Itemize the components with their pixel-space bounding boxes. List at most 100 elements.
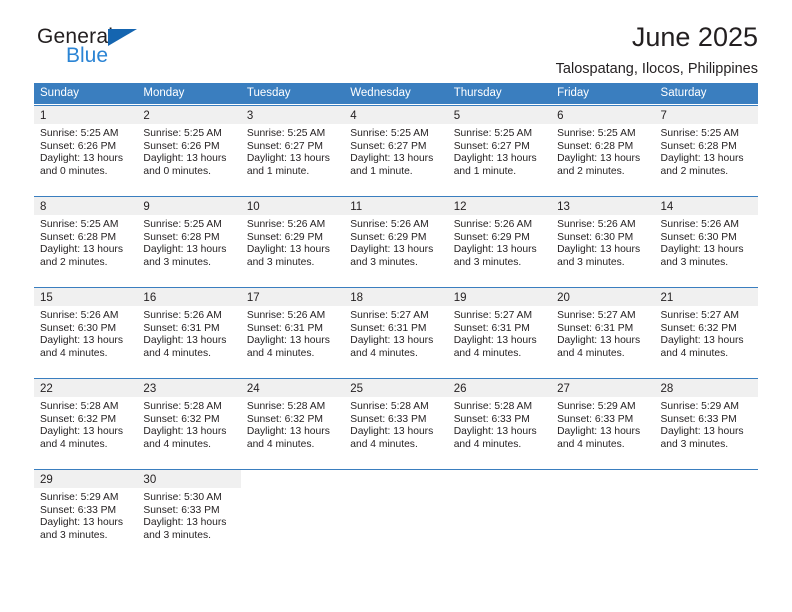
calendar-page: General Blue June 2025 Talospatang, Iloc… [0, 0, 792, 612]
daylight-text-line2: and 4 minutes. [660, 347, 729, 359]
day-cell[interactable]: 24 Sunrise: 5:28 AM Sunset: 6:32 PM Dayligh… [240, 379, 345, 468]
page-header: General Blue June 2025 Talospatang, Iloc… [34, 0, 758, 77]
day-info: Sunrise: 5:26 AM Sunset: 6:29 PM Daylight:… [350, 219, 441, 269]
daylight-text-line1: Daylight: 13 hours [246, 153, 330, 165]
day-number: 27 [557, 383, 570, 395]
day-cell[interactable]: 1 Sunrise: 5:25 AM Sunset: 6:26 PM Daylight… [34, 106, 138, 195]
daylight-text-line1: Daylight: 13 hours [246, 244, 330, 256]
brand-name-blue: Blue [66, 44, 109, 67]
day-cell[interactable]: 6 Sunrise: 5:25 AM Sunset: 6:28 PM Daylight… [551, 106, 655, 195]
daynum-band: 9 [137, 197, 241, 215]
daylight-text-line2: and 3 minutes. [453, 256, 522, 268]
daynum-band: 18 [344, 288, 448, 306]
day-cell[interactable]: 25 Sunrise: 5:28 AM Sunset: 6:33 PM Dayligh… [344, 379, 448, 468]
daynum-band: 21 [654, 288, 758, 306]
day-number: 11 [350, 201, 363, 213]
day-number: 22 [40, 383, 53, 395]
daynum-band: 14 [654, 197, 758, 215]
day-info: Sunrise: 5:27 AM Sunset: 6:31 PM Daylight:… [350, 310, 441, 360]
day-cell[interactable]: 3 Sunrise: 5:25 AM Sunset: 6:27 PM Daylight… [240, 106, 345, 195]
day-info: Sunrise: 5:25 AM Sunset: 6:26 PM Daylight:… [143, 128, 234, 178]
day-cell[interactable]: 10 Sunrise: 5:26 AM Sunset: 6:29 PM Dayligh… [240, 197, 345, 286]
sunrise-text: Sunrise: 5:29 AM [660, 401, 739, 412]
day-info: Sunrise: 5:26 AM Sunset: 6:29 PM Daylight:… [454, 219, 545, 269]
daynum-band: 10 [240, 197, 345, 215]
daylight-text-line1: Daylight: 13 hours [557, 244, 641, 256]
daylight-text-line2: and 4 minutes. [40, 347, 108, 359]
sunset-text: Sunset: 6:29 PM [246, 231, 323, 243]
day-info: Sunrise: 5:28 AM Sunset: 6:32 PM Daylight:… [143, 401, 234, 451]
day-number: 30 [143, 474, 157, 486]
day-cell[interactable]: 20 Sunrise: 5:27 AM Sunset: 6:31 PM Dayligh… [551, 288, 655, 377]
weekday-header-tuesday: Tuesday [246, 87, 291, 99]
sunrise-text: Sunrise: 5:26 AM [660, 219, 739, 230]
sunset-text: Sunset: 6:27 PM [246, 140, 323, 152]
day-cell[interactable]: 21 Sunrise: 5:27 AM Sunset: 6:32 PM Dayligh… [654, 288, 758, 377]
sunset-text: Sunset: 6:31 PM [557, 322, 634, 334]
day-cell[interactable]: 28 Sunrise: 5:29 AM Sunset: 6:33 PM Dayligh… [654, 379, 758, 468]
day-number: 9 [143, 201, 150, 213]
day-cell[interactable]: 22 Sunrise: 5:28 AM Sunset: 6:32 PM Dayligh… [34, 379, 138, 468]
day-info: Sunrise: 5:26 AM Sunset: 6:30 PM Daylight:… [557, 219, 648, 269]
daylight-text-line2: and 4 minutes. [246, 347, 315, 359]
day-cell[interactable]: 7 Sunrise: 5:25 AM Sunset: 6:28 PM Daylight… [654, 106, 758, 195]
day-info: Sunrise: 5:28 AM Sunset: 6:33 PM Daylight:… [350, 401, 441, 451]
day-cell[interactable]: 4 Sunrise: 5:25 AM Sunset: 6:27 PM Daylight… [344, 106, 448, 195]
daylight-text-line1: Daylight: 13 hours [453, 244, 537, 256]
day-cell[interactable]: 12 Sunrise: 5:26 AM Sunset: 6:29 PM Dayligh… [447, 197, 552, 286]
day-cell[interactable]: 16 Sunrise: 5:26 AM Sunset: 6:31 PM Dayligh… [137, 288, 241, 377]
sunset-text: Sunset: 6:28 PM [660, 140, 737, 152]
day-cell[interactable]: 23 Sunrise: 5:28 AM Sunset: 6:32 PM Dayligh… [137, 379, 241, 468]
day-cell[interactable]: 11 Sunrise: 5:26 AM Sunset: 6:29 PM Dayligh… [344, 197, 448, 286]
day-cell-empty [241, 470, 344, 559]
day-cell[interactable]: 13 Sunrise: 5:26 AM Sunset: 6:30 PM Dayligh… [551, 197, 655, 286]
sunset-text: Sunset: 6:30 PM [660, 231, 737, 243]
daylight-text-line1: Daylight: 13 hours [40, 335, 123, 347]
sunrise-text: Sunrise: 5:27 AM [660, 310, 739, 321]
day-cell[interactable]: 17 Sunrise: 5:26 AM Sunset: 6:31 PM Dayligh… [240, 288, 345, 377]
daylight-text-line1: Daylight: 13 hours [660, 153, 744, 165]
sunrise-text: Sunrise: 5:26 AM [453, 219, 533, 230]
day-number: 28 [660, 383, 674, 395]
day-info: Sunrise: 5:26 AM Sunset: 6:29 PM Daylight:… [247, 219, 338, 269]
sunset-text: Sunset: 6:29 PM [453, 231, 530, 243]
daylight-text-line1: Daylight: 13 hours [40, 244, 123, 256]
day-info: Sunrise: 5:28 AM Sunset: 6:33 PM Daylight:… [454, 401, 545, 451]
daylight-text-line2: and 2 minutes. [40, 256, 108, 268]
day-number: 8 [40, 201, 47, 213]
sunrise-text: Sunrise: 5:26 AM [246, 310, 326, 321]
day-cell[interactable]: 29 Sunrise: 5:29 AM Sunset: 6:33 PM Dayligh… [34, 470, 138, 559]
day-cell[interactable]: 30 Sunrise: 5:30 AM Sunset: 6:33 PM Dayligh… [137, 470, 241, 559]
day-number: 25 [350, 383, 364, 395]
sunrise-text: Sunrise: 5:25 AM [143, 219, 222, 230]
sunrise-text: Sunrise: 5:28 AM [40, 401, 119, 412]
day-cell[interactable]: 26 Sunrise: 5:28 AM Sunset: 6:33 PM Dayligh… [447, 379, 552, 468]
day-cell[interactable]: 2 Sunrise: 5:25 AM Sunset: 6:26 PM Daylight… [137, 106, 241, 195]
day-cell[interactable]: 27 Sunrise: 5:29 AM Sunset: 6:33 PM Dayligh… [551, 379, 655, 468]
daynum-band: 11 [344, 197, 448, 215]
day-number: 23 [143, 383, 157, 395]
day-number: 10 [246, 201, 260, 213]
daylight-text-line2: and 0 minutes. [143, 165, 211, 177]
daylight-text-line2: and 4 minutes. [453, 347, 522, 359]
day-cell[interactable]: 19 Sunrise: 5:27 AM Sunset: 6:31 PM Dayligh… [447, 288, 552, 377]
sunrise-text: Sunrise: 5:29 AM [40, 492, 119, 503]
sunrise-text: Sunrise: 5:26 AM [246, 219, 326, 230]
weekday-header-saturday: Saturday [660, 87, 707, 99]
day-info: Sunrise: 5:30 AM Sunset: 6:33 PM Daylight:… [143, 492, 234, 542]
day-number: 16 [143, 292, 157, 304]
day-info: Sunrise: 5:25 AM Sunset: 6:27 PM Daylight:… [350, 128, 441, 178]
sunset-text: Sunset: 6:30 PM [40, 322, 117, 334]
day-cell[interactable]: 8 Sunrise: 5:25 AM Sunset: 6:28 PM Daylight… [34, 197, 138, 286]
day-cell[interactable]: 9 Sunrise: 5:25 AM Sunset: 6:28 PM Daylight… [137, 197, 241, 286]
day-cell[interactable]: 5 Sunrise: 5:25 AM Sunset: 6:27 PM Daylight… [447, 106, 552, 195]
day-cell[interactable]: 14 Sunrise: 5:26 AM Sunset: 6:30 PM Dayligh… [654, 197, 758, 286]
sunrise-text: Sunrise: 5:27 AM [557, 310, 636, 321]
day-number: 12 [453, 201, 467, 213]
day-cell[interactable]: 18 Sunrise: 5:27 AM Sunset: 6:31 PM Dayligh… [344, 288, 448, 377]
daylight-text-line1: Daylight: 13 hours [557, 426, 641, 438]
sunset-text: Sunset: 6:30 PM [557, 231, 634, 243]
sunset-text: Sunset: 6:27 PM [350, 140, 427, 152]
day-cell[interactable]: 15 Sunrise: 5:26 AM Sunset: 6:30 PM Dayligh… [34, 288, 138, 377]
sunrise-text: Sunrise: 5:28 AM [143, 401, 222, 412]
